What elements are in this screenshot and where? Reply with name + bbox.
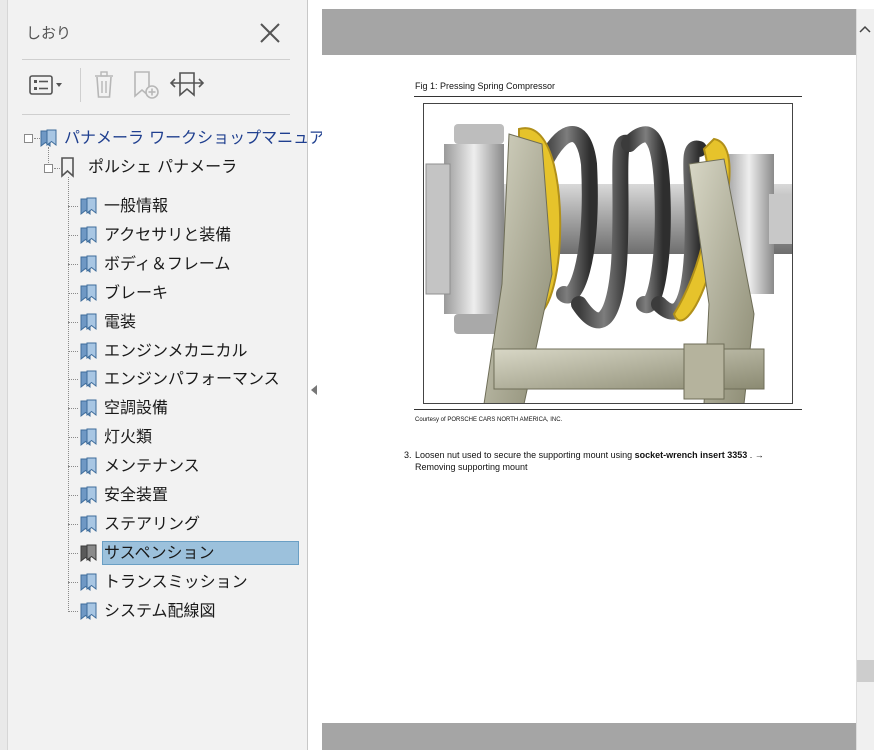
bookmark-multi-icon [80, 486, 97, 505]
add-bookmark-button[interactable] [128, 68, 162, 102]
tree-guide [68, 524, 78, 525]
top-strip [308, 0, 856, 9]
tree-guide [68, 293, 78, 294]
bookmark-item[interactable]: 電装 [102, 311, 138, 333]
bookmark-item[interactable]: ボディ＆フレーム [102, 253, 232, 275]
bookmark-multi-icon [80, 515, 97, 534]
tree-guide [68, 351, 78, 352]
bookmark-multi-icon [80, 313, 97, 332]
tree-guide [68, 177, 69, 612]
toolbar-separator [80, 68, 81, 102]
bookmark-item[interactable]: 安全装置 [102, 484, 170, 506]
vertical-scrollbar[interactable] [856, 9, 874, 750]
bookmark-multi-icon [40, 129, 57, 148]
close-icon [260, 23, 280, 43]
panel-separator [22, 59, 290, 60]
tree-guide [68, 495, 78, 496]
app-window: しおり パナメーラ ワークショップマニュアル ポルシェ パナメーラ Fig 1:… [0, 0, 874, 750]
delete-bookmark-button[interactable] [88, 68, 120, 102]
panel-title: しおり [26, 24, 72, 42]
panel-edge [0, 0, 8, 750]
panel-separator [22, 114, 290, 115]
bookmark-item[interactable]: 灯火類 [102, 426, 154, 448]
bookmark-porsche-panamera[interactable]: ポルシェ パナメーラ [86, 156, 239, 178]
bookmark-item[interactable]: エンジンパフォーマンス [102, 368, 282, 390]
bookmark-multi-icon [80, 457, 97, 476]
panel-collapse-button[interactable] [308, 380, 320, 400]
triangle-left-icon [311, 385, 317, 395]
trash-icon [95, 71, 113, 98]
tree-guide [68, 264, 78, 265]
bookmark-multi-icon [80, 197, 97, 216]
tree-guide [68, 206, 78, 207]
scroll-up-button[interactable] [856, 14, 874, 44]
bookmark-multi-icon [80, 428, 97, 447]
bookmark-multi-icon [80, 255, 97, 274]
bookmark-multi-icon [80, 370, 97, 389]
figure-image [423, 103, 793, 404]
figure-rule-top [414, 96, 802, 97]
tree-guide [68, 235, 78, 236]
bookmark-root[interactable]: パナメーラ ワークショップマニュアル [62, 127, 343, 149]
figure-caption: Fig 1: Pressing Spring Compressor [415, 81, 556, 91]
chevron-up-icon [859, 25, 871, 33]
bookmark-multi-icon [80, 226, 97, 245]
bookmark-multi-icon [80, 284, 97, 303]
bookmark-item[interactable]: メンテナンス [102, 455, 202, 477]
tree-guide [68, 437, 78, 438]
tree-collapse-toggle[interactable] [44, 164, 53, 173]
bookmark-multi-icon [80, 602, 97, 621]
expand-bookmark-button[interactable] [168, 68, 206, 102]
figure-courtesy: Courtesy of PORSCHE CARS NORTH AMERICA, … [415, 417, 563, 423]
tree-guide [68, 408, 78, 409]
tree-guide [68, 611, 78, 612]
step-link-target[interactable]: Removing supporting mount [415, 462, 528, 472]
bookmark-icon [61, 157, 74, 178]
list-options-icon [29, 75, 62, 95]
bookmark-multi-icon [80, 573, 97, 592]
step-link-arrow[interactable]: . → [747, 450, 764, 460]
bookmark-item[interactable]: システム配線図 [102, 600, 218, 622]
options-menu-button[interactable] [26, 68, 68, 102]
step-tool-name: socket-wrench insert 3353 [634, 450, 748, 460]
expand-bookmark-icon [169, 72, 205, 97]
bookmark-item[interactable]: アクセサリと装備 [102, 224, 233, 246]
bookmark-item[interactable]: ステアリング [102, 513, 202, 535]
figure-rule-bottom [414, 409, 802, 410]
tree-guide [68, 553, 78, 554]
bookmark-multi-icon [80, 399, 97, 418]
tree-guide [68, 466, 78, 467]
bookmark-multi-icon [80, 342, 97, 361]
bookmark-multi-icon [80, 544, 97, 563]
bookmark-item[interactable]: ブレーキ [102, 282, 170, 304]
tree-guide [68, 379, 78, 380]
add-bookmark-icon [134, 71, 159, 99]
bookmark-item[interactable]: エンジンメカニカル [102, 340, 250, 362]
bookmark-item[interactable]: 一般情報 [102, 195, 170, 217]
bookmark-item[interactable]: 空調設備 [102, 397, 170, 419]
spring-compressor-illustration [424, 104, 792, 403]
tree-guide [68, 582, 78, 583]
close-button[interactable] [256, 19, 284, 47]
scroll-thumb[interactable] [857, 660, 874, 682]
tree-guide [68, 322, 78, 323]
bookmark-item[interactable]: トランスミッション [102, 571, 250, 593]
step-text: Loosen nut used to secure the supporting… [415, 450, 764, 460]
step-number: 3. [404, 450, 412, 460]
bookmark-item[interactable]: サスペンション [102, 542, 217, 564]
step-text-pre: Loosen nut used to secure the supporting… [415, 450, 635, 460]
tree-collapse-toggle[interactable] [24, 134, 33, 143]
